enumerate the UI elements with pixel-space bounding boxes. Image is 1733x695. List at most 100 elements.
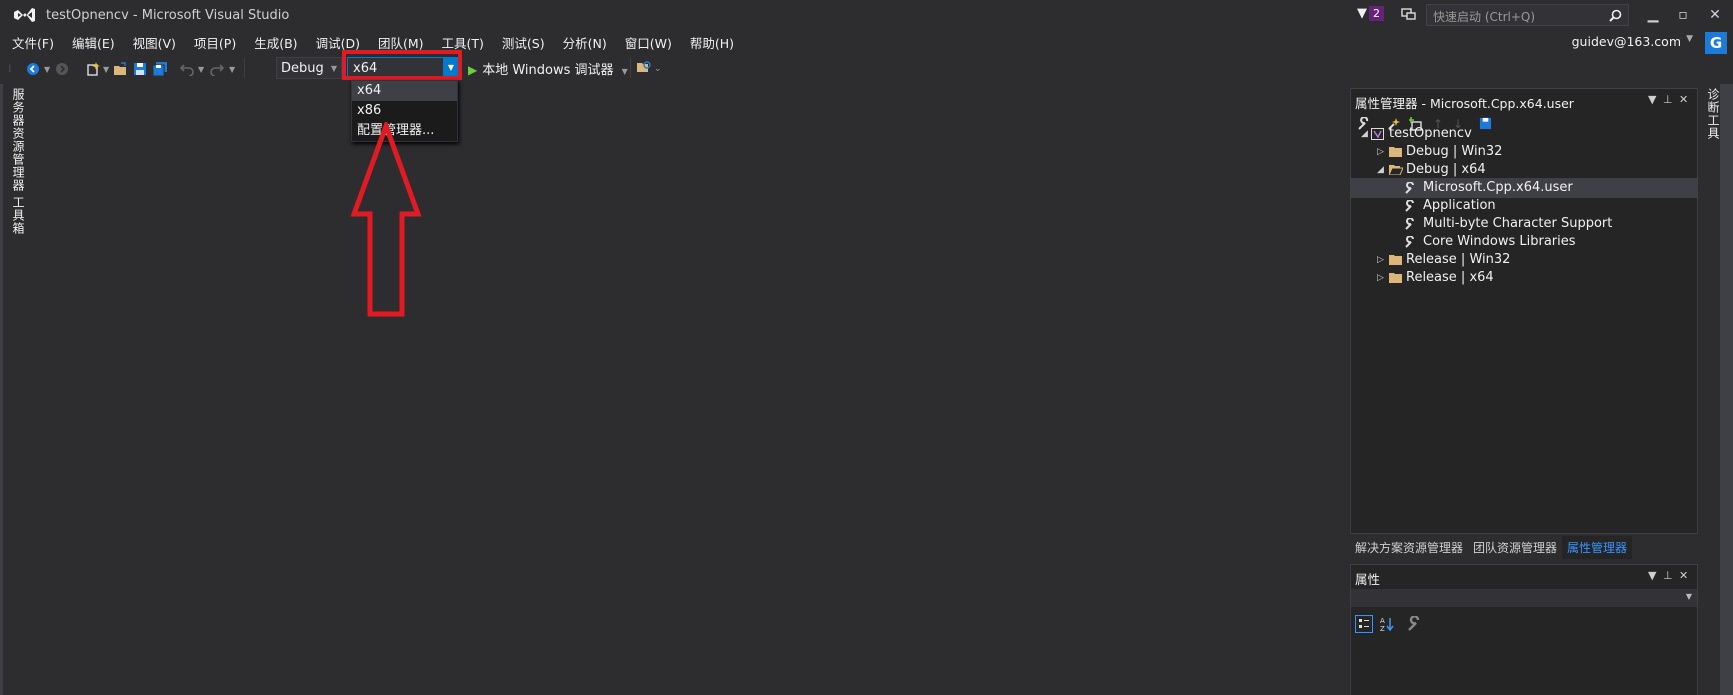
toolbar-overflow-icon[interactable]: ⌄ — [654, 64, 662, 74]
user-account-name[interactable]: guidev@163.com — [1572, 34, 1681, 49]
toolbar-separator — [630, 58, 631, 78]
play-icon: ▶ — [468, 63, 478, 77]
tab-team-explorer[interactable]: 团队资源管理器 — [1468, 536, 1562, 559]
new-project-icon[interactable] — [86, 62, 100, 76]
menu-project[interactable]: 项目(P) — [188, 30, 242, 55]
property-sheet-icon — [1405, 200, 1417, 212]
tree-item-application[interactable]: Application — [1351, 196, 1697, 216]
undo-icon[interactable] — [180, 62, 194, 76]
collapsed-arrow-icon[interactable]: ▷ — [1377, 250, 1384, 270]
tree-item-core-windows-libraries[interactable]: Core Windows Libraries — [1351, 232, 1697, 252]
property-manager-panel: 属性管理器 - Microsoft.Cpp.x64.user ▼ ⊥ ✕ ↑ ↓… — [1350, 88, 1698, 534]
chevron-down-icon[interactable]: ▼ — [622, 67, 628, 76]
tree-item-label: Release | Win32 — [1406, 252, 1511, 267]
menu-window[interactable]: 窗口(W) — [619, 30, 678, 55]
notification-count-badge: 2 — [1369, 6, 1384, 21]
menu-edit[interactable]: 编辑(E) — [66, 30, 121, 55]
feedback-icon[interactable] — [1401, 6, 1417, 22]
avatar[interactable]: G — [1705, 32, 1727, 54]
tree-item-multibyte[interactable]: Multi-byte Character Support — [1351, 214, 1697, 234]
menu-analyze[interactable]: 分析(N) — [557, 30, 613, 55]
tree-item-microsoft-cpp-x64-user[interactable]: Microsoft.Cpp.x64.user — [1351, 178, 1697, 198]
toolbar-separator — [244, 58, 245, 78]
maximize-button[interactable]: ▫ — [1668, 4, 1698, 26]
menu-file[interactable]: 文件(F) — [6, 30, 60, 55]
standard-toolbar: ⁞ ▼ ▼ ▼ ▼ — [0, 54, 1733, 84]
properties-panel: 属性 ▼ ⊥ ✕ ▼ AZ — [1350, 564, 1698, 695]
alphabetical-icon[interactable]: AZ — [1379, 616, 1395, 632]
tree-item-release-win32[interactable]: ▷ Release | Win32 — [1351, 250, 1697, 270]
chevron-down-icon[interactable]: ▼ — [1686, 34, 1693, 44]
menu-test[interactable]: 测试(S) — [496, 30, 551, 55]
menu-bar: 文件(F) 编辑(E) 视图(V) 项目(P) 生成(B) 调试(D) 团队(M) 工具(T)… — [0, 30, 746, 52]
project-icon — [1371, 128, 1384, 140]
right-tool-strip-bar — [1720, 84, 1733, 695]
tab-property-manager[interactable]: 属性管理器 — [1562, 536, 1633, 559]
expanded-arrow-icon[interactable]: ◢ — [1377, 160, 1384, 180]
save-icon[interactable] — [133, 62, 147, 76]
server-explorer-tab[interactable]: 服务器资源管理器 — [10, 88, 27, 192]
toolbox-tab[interactable]: 工具箱 — [10, 196, 27, 235]
quick-launch-input[interactable]: 快速启动 (Ctrl+Q) — [1426, 4, 1629, 26]
chevron-down-icon[interactable]: ▼ — [198, 65, 204, 74]
platform-option-x86[interactable]: x86 — [352, 101, 457, 121]
folder-icon — [1389, 254, 1402, 265]
left-tool-strip — [0, 84, 3, 695]
svg-text:Z: Z — [1380, 625, 1385, 632]
folder-icon — [1389, 146, 1402, 157]
start-debugging-button[interactable]: ▶ 本地 Windows 调试器 ▼ — [468, 59, 628, 78]
platform-option-x64[interactable]: x64 — [352, 81, 457, 101]
collapsed-arrow-icon[interactable]: ▷ — [1377, 268, 1384, 288]
property-pages-wrench-icon[interactable] — [1407, 616, 1423, 632]
filter-icon: ▼ — [1357, 6, 1367, 21]
tree-item-debug-win32[interactable]: ▷ Debug | Win32 — [1351, 142, 1697, 162]
object-selector-combo[interactable]: ▼ — [1351, 589, 1697, 607]
menu-view[interactable]: 视图(V) — [127, 30, 182, 55]
visual-studio-logo-icon — [12, 6, 36, 24]
annotation-highlight-box — [342, 50, 462, 80]
expanded-arrow-icon[interactable]: ◢ — [1361, 124, 1368, 144]
redo-icon[interactable] — [210, 62, 224, 76]
minimize-button[interactable]: ▁ — [1638, 4, 1668, 26]
pin-icon[interactable]: ⊥ — [1663, 93, 1673, 106]
pin-icon[interactable]: ⊥ — [1663, 569, 1673, 582]
solution-configuration-combo[interactable]: Debug ▼ — [276, 57, 342, 79]
collapsed-arrow-icon[interactable]: ▷ — [1377, 142, 1384, 162]
property-sheet-icon — [1405, 182, 1417, 194]
start-debugging-label: 本地 Windows 调试器 — [482, 63, 614, 78]
tree-item-label: Release | x64 — [1406, 270, 1494, 285]
chevron-down-icon[interactable]: ▼ — [44, 65, 50, 74]
property-sheet-icon — [1405, 218, 1417, 230]
chevron-down-icon[interactable]: ▼ — [103, 65, 109, 74]
window-position-icon[interactable]: ▼ — [1648, 569, 1656, 582]
tree-item-label: Debug | x64 — [1406, 162, 1486, 177]
tree-item-label: testOpnencv — [1389, 126, 1472, 141]
find-in-files-icon[interactable] — [636, 60, 652, 75]
tab-solution-explorer[interactable]: 解决方案资源管理器 — [1350, 536, 1468, 559]
tree-item-label: Core Windows Libraries — [1423, 234, 1576, 249]
menu-build[interactable]: 生成(B) — [248, 30, 303, 55]
chevron-down-icon[interactable]: ▼ — [331, 64, 337, 73]
tree-item-label: Microsoft.Cpp.x64.user — [1423, 180, 1573, 195]
property-sheet-icon — [1405, 236, 1417, 248]
categorized-icon[interactable] — [1355, 615, 1373, 633]
close-icon[interactable]: ✕ — [1679, 569, 1688, 582]
open-file-icon[interactable] — [113, 62, 128, 76]
tree-item-label: Multi-byte Character Support — [1423, 216, 1613, 231]
tree-item-release-x64[interactable]: ▷ Release | x64 — [1351, 268, 1697, 288]
window-position-icon[interactable]: ▼ — [1648, 93, 1656, 106]
close-icon[interactable]: ✕ — [1679, 93, 1688, 106]
save-all-icon[interactable] — [152, 62, 168, 76]
notifications-button[interactable]: ▼ 2 — [1357, 6, 1384, 21]
window-title: testOpnencv - Microsoft Visual Studio — [46, 8, 290, 23]
menu-help[interactable]: 帮助(H) — [684, 30, 740, 55]
chevron-down-icon[interactable]: ▼ — [229, 65, 235, 74]
chevron-down-icon[interactable]: ▼ — [1686, 592, 1692, 601]
quick-launch-placeholder: 快速启动 (Ctrl+Q) — [1433, 10, 1536, 24]
diagnostic-tools-tab[interactable]: 诊断工具 — [1705, 88, 1722, 140]
tree-item-debug-x64[interactable]: ◢ Debug | x64 — [1351, 160, 1697, 180]
navigate-forward-icon[interactable] — [55, 62, 69, 76]
navigate-back-icon[interactable] — [26, 62, 40, 76]
tree-item-project[interactable]: ◢ testOpnencv — [1351, 124, 1697, 144]
close-button[interactable]: ✕ — [1700, 4, 1730, 26]
